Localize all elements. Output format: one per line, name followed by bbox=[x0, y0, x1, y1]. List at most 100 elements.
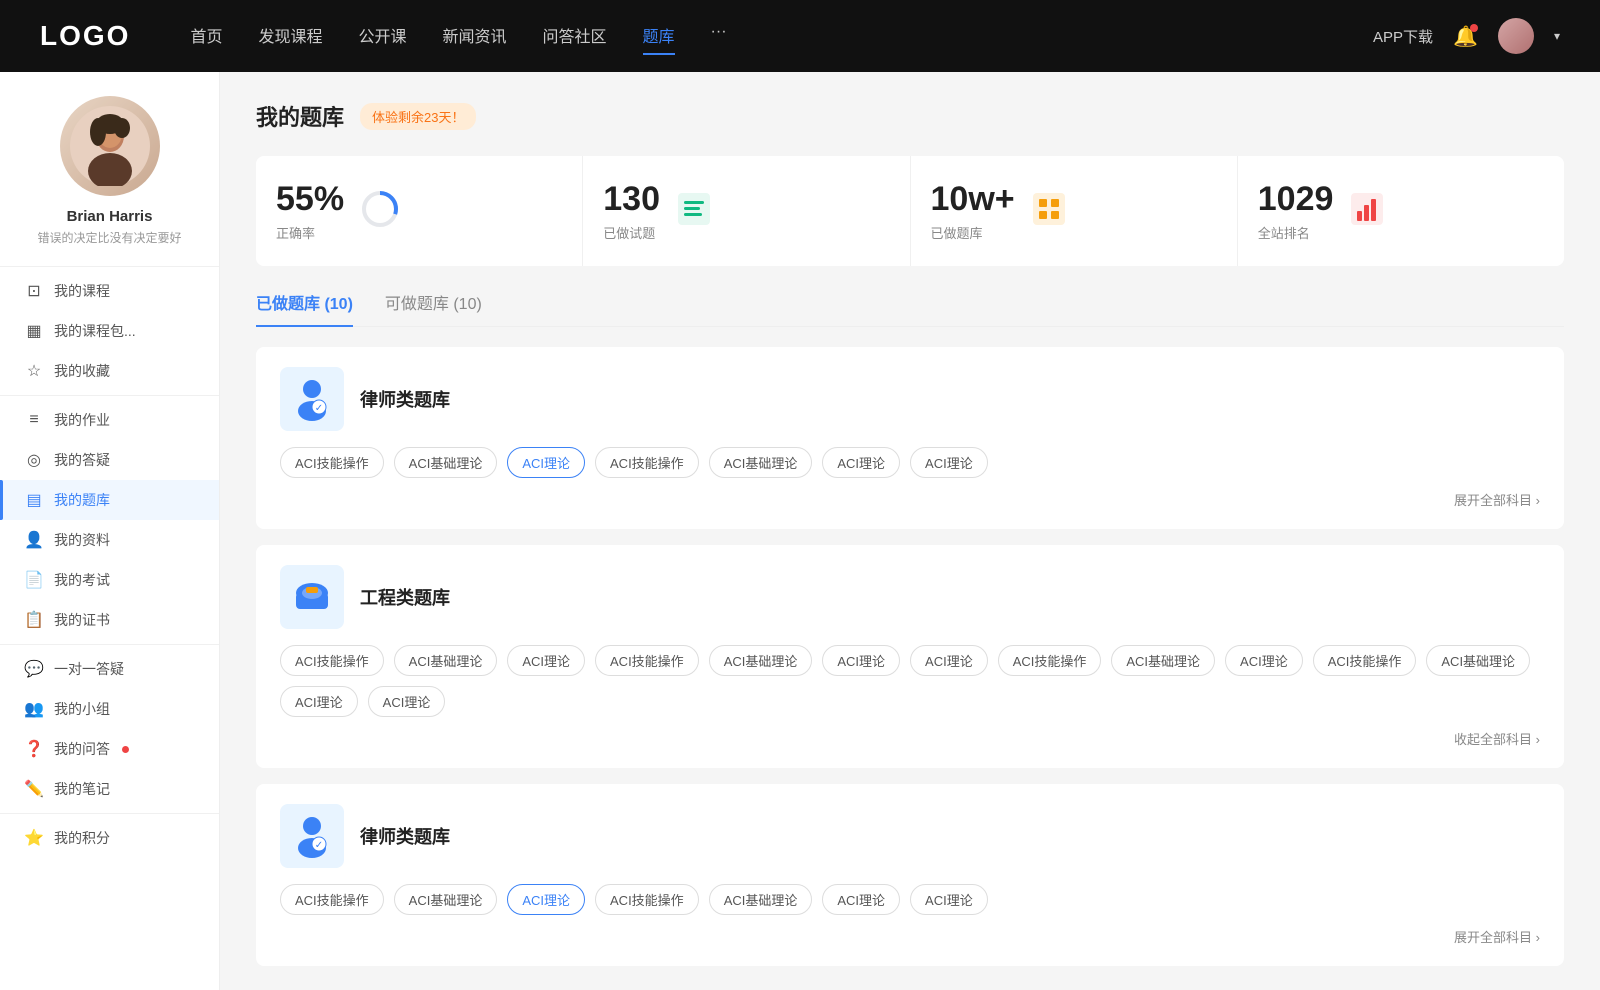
expand-link-2[interactable]: 展开全部科目 › bbox=[280, 927, 1540, 946]
profile-motto: 错误的决定比没有决定要好 bbox=[21, 229, 197, 246]
avatar[interactable] bbox=[1498, 18, 1534, 54]
cert-icon: 📋 bbox=[24, 610, 44, 630]
group-icon: 👥 bbox=[24, 699, 44, 719]
nav-open-course[interactable]: 公开课 bbox=[358, 17, 406, 55]
sidebar-item-questions[interactable]: ◎ 我的答疑 bbox=[0, 440, 219, 480]
app-download-btn[interactable]: APP下载 bbox=[1373, 26, 1433, 47]
tag[interactable]: ACI理论 bbox=[910, 884, 988, 915]
sidebar-item-bank[interactable]: ▤ 我的题库 bbox=[0, 480, 219, 520]
bank-title-0: 律师类题库 bbox=[360, 386, 450, 412]
stat-label-rank: 全站排名 bbox=[1258, 223, 1334, 242]
navbar: LOGO 首页 发现课程 公开课 新闻资讯 问答社区 题库 ··· APP下载 … bbox=[0, 0, 1600, 72]
notes-icon: ✏️ bbox=[24, 779, 44, 799]
bank-icon-1 bbox=[280, 565, 344, 629]
sidebar-item-points[interactable]: ⭐ 我的积分 bbox=[0, 818, 219, 858]
tag[interactable]: ACI基础理论 bbox=[709, 447, 813, 478]
sidebar-item-homework[interactable]: ≡ 我的作业 bbox=[0, 400, 219, 440]
nav-home[interactable]: 首页 bbox=[190, 17, 222, 55]
tag[interactable]: ACI理论 bbox=[822, 645, 900, 676]
sidebar-label-group: 我的小组 bbox=[54, 699, 110, 719]
sidebar-label-course-pkg: 我的课程包... bbox=[54, 321, 136, 341]
tag[interactable]: ACI基础理论 bbox=[394, 884, 498, 915]
sidebar-label-questions: 我的答疑 bbox=[54, 450, 110, 470]
chevron-down-icon[interactable]: ▾ bbox=[1554, 29, 1560, 43]
expand-link-0[interactable]: 展开全部科目 › bbox=[280, 490, 1540, 509]
sidebar-item-favorites[interactable]: ☆ 我的收藏 bbox=[0, 351, 219, 391]
stat-label: 正确率 bbox=[276, 223, 344, 242]
sidebar-item-course-pkg[interactable]: ▦ 我的课程包... bbox=[0, 311, 219, 351]
star-icon: ☆ bbox=[24, 361, 44, 381]
list-icon bbox=[676, 191, 712, 232]
tag[interactable]: ACI技能操作 bbox=[1313, 645, 1417, 676]
tag[interactable]: ACI技能操作 bbox=[280, 645, 384, 676]
notification-bell[interactable]: 🔔 bbox=[1453, 24, 1478, 49]
tag[interactable]: ACI基础理论 bbox=[394, 645, 498, 676]
sidebar-item-cert[interactable]: 📋 我的证书 bbox=[0, 600, 219, 640]
stat-number-done: 130 bbox=[603, 180, 660, 219]
sidebar-label-profile: 我的资料 bbox=[54, 530, 110, 550]
nav-more[interactable]: ··· bbox=[711, 17, 727, 55]
tabs: 已做题库 (10) 可做题库 (10) bbox=[256, 290, 1564, 327]
points-icon: ⭐ bbox=[24, 828, 44, 848]
tag[interactable]: ACI基础理论 bbox=[394, 447, 498, 478]
stat-done-banks-data: 10w+ 已做题库 bbox=[931, 180, 1015, 242]
sidebar-item-course[interactable]: ⊡ 我的课程 bbox=[0, 271, 219, 311]
main-layout: Brian Harris 错误的决定比没有决定要好 ⊡ 我的课程 ▦ 我的课程包… bbox=[0, 72, 1600, 990]
sidebar-item-profile[interactable]: 👤 我的资料 bbox=[0, 520, 219, 560]
sidebar-item-exam[interactable]: 📄 我的考试 bbox=[0, 560, 219, 600]
sidebar-item-my-qa[interactable]: ❓ 我的问答 bbox=[0, 729, 219, 769]
stat-number: 55% bbox=[276, 180, 344, 219]
exam-icon: 📄 bbox=[24, 570, 44, 590]
bar-chart-icon bbox=[1349, 191, 1385, 232]
nav-news[interactable]: 新闻资讯 bbox=[443, 17, 507, 55]
tag[interactable]: ACI理论 bbox=[1225, 645, 1303, 676]
profile-avatar bbox=[60, 96, 160, 196]
tag[interactable]: ACI技能操作 bbox=[280, 884, 384, 915]
bank-icon: ▤ bbox=[24, 490, 44, 510]
tag[interactable]: ACI基础理论 bbox=[709, 645, 813, 676]
tutoring-icon: 💬 bbox=[24, 659, 44, 679]
tag[interactable]: ACI基础理论 bbox=[1426, 645, 1530, 676]
bank-section-0: ✓ 律师类题库 ACI技能操作 ACI基础理论 ACI理论 ACI技能操作 AC… bbox=[256, 347, 1564, 529]
sidebar-item-notes[interactable]: ✏️ 我的笔记 bbox=[0, 769, 219, 809]
nav-discover[interactable]: 发现课程 bbox=[258, 17, 322, 55]
tag[interactable]: ACI理论 bbox=[280, 686, 358, 717]
stat-done-questions: 130 已做试题 bbox=[583, 156, 910, 266]
tab-done[interactable]: 已做题库 (10) bbox=[256, 290, 353, 326]
sidebar: Brian Harris 错误的决定比没有决定要好 ⊡ 我的课程 ▦ 我的课程包… bbox=[0, 72, 220, 990]
stat-correct-number: 55% 正确率 bbox=[276, 180, 344, 242]
main-content: 我的题库 体验剩余23天！ 55% 正确率 bbox=[220, 72, 1600, 990]
bank-header-0: ✓ 律师类题库 bbox=[280, 367, 1540, 431]
stat-label-done: 已做试题 bbox=[603, 223, 660, 242]
tag[interactable]: ACI理论 bbox=[822, 447, 900, 478]
homework-icon: ≡ bbox=[24, 411, 44, 429]
sidebar-item-group[interactable]: 👥 我的小组 bbox=[0, 689, 219, 729]
tab-available[interactable]: 可做题库 (10) bbox=[385, 290, 482, 326]
nav-questions[interactable]: 题库 bbox=[643, 17, 675, 55]
pie-chart-icon bbox=[360, 189, 400, 234]
sidebar-label-favorites: 我的收藏 bbox=[54, 361, 110, 381]
tag[interactable]: ACI基础理论 bbox=[1111, 645, 1215, 676]
sidebar-divider-top bbox=[0, 266, 219, 267]
tag-active[interactable]: ACI理论 bbox=[507, 884, 585, 915]
bank-tags-2: ACI技能操作 ACI基础理论 ACI理论 ACI技能操作 ACI基础理论 AC… bbox=[280, 884, 1540, 915]
bank-header-2: ✓ 律师类题库 bbox=[280, 804, 1540, 868]
tag[interactable]: ACI理论 bbox=[822, 884, 900, 915]
tag[interactable]: ACI技能操作 bbox=[998, 645, 1102, 676]
tag[interactable]: ACI技能操作 bbox=[595, 645, 699, 676]
tag[interactable]: ACI基础理论 bbox=[709, 884, 813, 915]
tag[interactable]: ACI技能操作 bbox=[595, 884, 699, 915]
bank-section-1: 工程类题库 ACI技能操作 ACI基础理论 ACI理论 ACI技能操作 ACI基… bbox=[256, 545, 1564, 768]
tag[interactable]: ACI理论 bbox=[507, 645, 585, 676]
tag[interactable]: ACI理论 bbox=[910, 645, 988, 676]
tag[interactable]: ACI理论 bbox=[368, 686, 446, 717]
collapse-link-1[interactable]: 收起全部科目 › bbox=[280, 729, 1540, 748]
tag[interactable]: ACI技能操作 bbox=[280, 447, 384, 478]
tag[interactable]: ACI技能操作 bbox=[595, 447, 699, 478]
tag[interactable]: ACI理论 bbox=[910, 447, 988, 478]
sidebar-divider-3 bbox=[0, 813, 219, 814]
sidebar-item-tutoring[interactable]: 💬 一对一答疑 bbox=[0, 649, 219, 689]
nav-qa[interactable]: 问答社区 bbox=[543, 17, 607, 55]
bank-title-1: 工程类题库 bbox=[360, 584, 450, 610]
tag-active[interactable]: ACI理论 bbox=[507, 447, 585, 478]
